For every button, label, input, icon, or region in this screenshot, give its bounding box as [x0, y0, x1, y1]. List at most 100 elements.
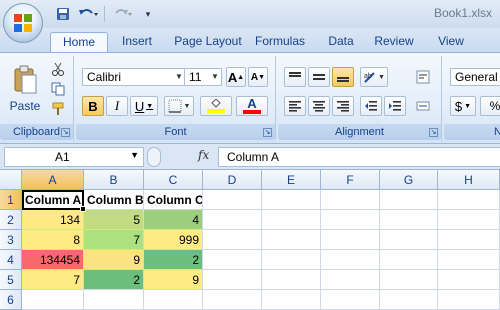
column-header-e[interactable]: E	[262, 170, 321, 190]
cell-d3[interactable]	[203, 230, 262, 250]
cell-e4[interactable]	[262, 250, 321, 270]
percent-button[interactable]: %	[480, 96, 500, 116]
cell-c4[interactable]: 2	[144, 250, 203, 270]
tab-formulas[interactable]: Formulas	[252, 32, 308, 52]
cell-a2[interactable]: 134	[22, 210, 84, 230]
align-middle-button[interactable]	[308, 67, 330, 87]
column-header-g[interactable]: G	[380, 170, 438, 190]
cell-f2[interactable]	[321, 210, 380, 230]
cell-a1[interactable]: Column A	[22, 190, 84, 210]
insert-function-button[interactable]: fx	[198, 148, 209, 162]
column-header-h[interactable]: H	[438, 170, 500, 190]
cell-g2[interactable]	[380, 210, 438, 230]
column-header-f[interactable]: F	[321, 170, 380, 190]
cell-b3[interactable]: 7	[84, 230, 144, 250]
cell-b1[interactable]: Column B	[84, 190, 144, 210]
customize-qat-button[interactable]: ▾	[142, 5, 154, 23]
grow-font-button[interactable]: A ▲	[226, 67, 246, 87]
currency-button[interactable]: $ ▼	[450, 96, 476, 116]
column-header-a[interactable]: A	[22, 170, 84, 190]
column-header-c[interactable]: C	[144, 170, 203, 190]
italic-button[interactable]: I	[106, 96, 128, 116]
font-size-combo[interactable]: 11 ▼	[184, 68, 222, 86]
save-icon[interactable]	[54, 5, 72, 23]
column-header-b[interactable]: B	[84, 170, 144, 190]
cell-a3[interactable]: 8	[22, 230, 84, 250]
row-header-3[interactable]: 3	[0, 230, 22, 250]
cell-e6[interactable]	[262, 290, 321, 310]
cell-e3[interactable]	[262, 230, 321, 250]
formula-bar-splitter[interactable]	[147, 147, 161, 167]
cell-h5[interactable]	[438, 270, 500, 290]
tab-data[interactable]: Data	[326, 32, 356, 52]
borders-button[interactable]: ▼	[164, 96, 194, 116]
cell-e2[interactable]	[262, 210, 321, 230]
cell-h2[interactable]	[438, 210, 500, 230]
row-header-5[interactable]: 5	[0, 270, 22, 290]
fill-handle[interactable]	[80, 206, 86, 212]
redo-icon[interactable]	[110, 5, 134, 23]
orientation-button[interactable]: ab ▼	[360, 67, 388, 87]
tab-home[interactable]: Home	[50, 32, 108, 52]
row-header-1[interactable]: 1	[0, 190, 22, 210]
cut-button[interactable]	[48, 60, 68, 78]
tab-page-layout[interactable]: Page Layout	[166, 32, 250, 52]
undo-icon[interactable]	[76, 5, 100, 23]
cell-g6[interactable]	[380, 290, 438, 310]
decrease-indent-button[interactable]	[360, 96, 382, 116]
cell-f4[interactable]	[321, 250, 380, 270]
cell-h4[interactable]	[438, 250, 500, 270]
cell-e5[interactable]	[262, 270, 321, 290]
tab-review[interactable]: Review	[372, 32, 416, 52]
font-name-combo[interactable]: Calibri ▼	[82, 68, 186, 86]
cell-c2[interactable]: 4	[144, 210, 203, 230]
cell-a6[interactable]	[22, 290, 84, 310]
align-right-button[interactable]	[332, 96, 354, 116]
cell-d1[interactable]	[203, 190, 262, 210]
cell-g4[interactable]	[380, 250, 438, 270]
row-header-2[interactable]: 2	[0, 210, 22, 230]
merge-center-button[interactable]	[412, 96, 434, 116]
cell-g5[interactable]	[380, 270, 438, 290]
underline-button[interactable]: U ▼	[130, 96, 158, 116]
cell-c6[interactable]	[144, 290, 203, 310]
row-header-4[interactable]: 4	[0, 250, 22, 270]
tab-insert[interactable]: Insert	[114, 32, 160, 52]
cell-h6[interactable]	[438, 290, 500, 310]
bold-button[interactable]: B	[82, 96, 104, 116]
cell-b5[interactable]: 2	[84, 270, 144, 290]
cell-d2[interactable]	[203, 210, 262, 230]
cell-d6[interactable]	[203, 290, 262, 310]
increase-indent-button[interactable]	[384, 96, 406, 116]
align-bottom-button[interactable]	[332, 67, 354, 87]
font-dialog-launcher-icon[interactable]: ↘	[263, 128, 272, 137]
cell-f1[interactable]	[321, 190, 380, 210]
cell-d5[interactable]	[203, 270, 262, 290]
cell-b2[interactable]: 5	[84, 210, 144, 230]
cell-b4[interactable]: 9	[84, 250, 144, 270]
cell-a5[interactable]: 7	[22, 270, 84, 290]
select-all-corner[interactable]	[0, 170, 22, 190]
formula-input[interactable]: Column A	[218, 147, 500, 167]
cell-c1[interactable]: Column C	[144, 190, 203, 210]
cell-c5[interactable]: 9	[144, 270, 203, 290]
font-color-button[interactable]: A	[236, 96, 268, 116]
column-header-d[interactable]: D	[203, 170, 262, 190]
cell-h1[interactable]	[438, 190, 500, 210]
align-top-button[interactable]	[284, 67, 306, 87]
tab-view[interactable]: View	[434, 32, 468, 52]
copy-button[interactable]	[48, 80, 68, 98]
name-box[interactable]: A1 ▼	[4, 147, 144, 167]
alignment-dialog-launcher-icon[interactable]: ↘	[429, 128, 438, 137]
align-left-button[interactable]	[284, 96, 306, 116]
cell-e1[interactable]	[262, 190, 321, 210]
clipboard-dialog-launcher-icon[interactable]: ↘	[61, 128, 70, 137]
chevron-down-icon[interactable]: ▼	[209, 69, 221, 85]
cell-f6[interactable]	[321, 290, 380, 310]
cell-b6[interactable]	[84, 290, 144, 310]
cell-d4[interactable]	[203, 250, 262, 270]
cell-f5[interactable]	[321, 270, 380, 290]
chevron-down-icon[interactable]: ▼	[130, 150, 139, 160]
shrink-font-button[interactable]: A ▼	[248, 67, 268, 87]
wrap-text-button[interactable]	[412, 67, 434, 87]
